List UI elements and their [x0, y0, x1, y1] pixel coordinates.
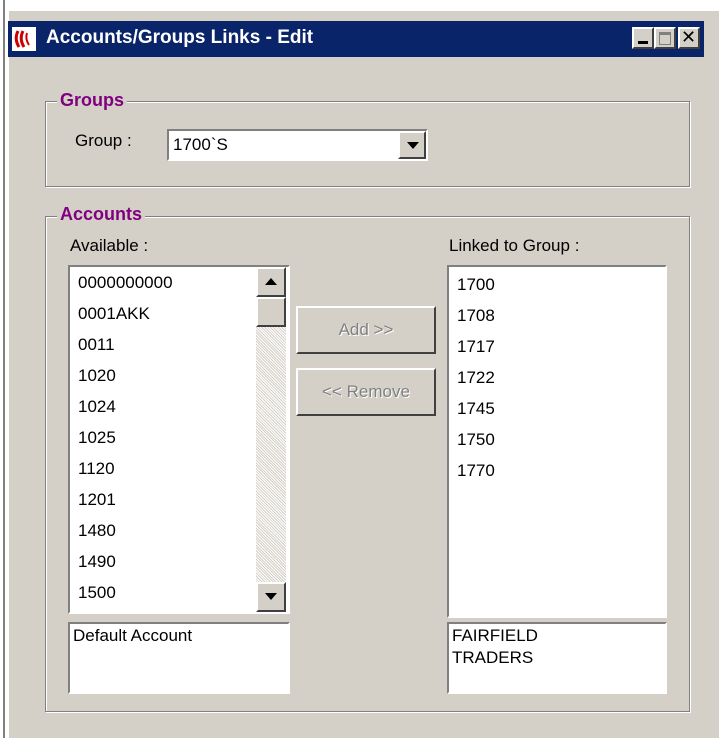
- arrow-up-icon: [265, 278, 277, 285]
- list-item[interactable]: 0001AKK: [78, 304, 150, 324]
- group-combobox[interactable]: 1700`S: [167, 129, 428, 161]
- close-icon: ✕: [681, 27, 697, 48]
- close-button[interactable]: ✕: [678, 27, 700, 49]
- remove-button[interactable]: << Remove: [296, 368, 436, 416]
- available-label: Available :: [70, 236, 149, 255]
- list-item[interactable]: 1717: [457, 337, 495, 357]
- list-item[interactable]: 1120: [78, 459, 115, 479]
- list-item[interactable]: 1750: [457, 430, 495, 450]
- chevron-down-icon: [407, 142, 419, 149]
- scroll-down-button[interactable]: [256, 582, 286, 612]
- list-item[interactable]: 1490: [78, 552, 116, 572]
- linked-detail-line1: FAIRFIELD: [452, 626, 538, 645]
- available-detail-text: Default Account: [73, 626, 193, 645]
- list-item[interactable]: 1722: [457, 368, 495, 388]
- list-item[interactable]: 1745: [457, 399, 495, 419]
- available-accounts-list[interactable]: 0000000000 0001AKK 0011 1020 1024 1025 1…: [68, 265, 290, 614]
- minimize-button[interactable]: [632, 27, 654, 49]
- list-item[interactable]: 1025: [78, 428, 116, 448]
- list-item[interactable]: 1480: [78, 521, 116, 541]
- list-item[interactable]: 0011: [78, 335, 115, 355]
- groups-legend: Groups: [57, 90, 128, 111]
- list-item[interactable]: 1024: [78, 397, 116, 417]
- linked-accounts-list[interactable]: 1700 1708 1717 1722 1745 1750 1770: [447, 265, 667, 618]
- minimize-icon: [638, 41, 648, 44]
- arrow-down-icon: [265, 593, 277, 600]
- list-item[interactable]: 1770: [457, 461, 495, 481]
- list-item[interactable]: 1708: [457, 306, 495, 326]
- list-item[interactable]: 1500: [78, 583, 116, 603]
- add-button-label: Add >>: [338, 320, 394, 339]
- group-dropdown-button[interactable]: [398, 131, 426, 159]
- scroll-up-button[interactable]: [256, 267, 286, 297]
- linked-detail-box: FAIRFIELD TRADERS: [447, 622, 667, 694]
- window-left-edge: [3, 0, 5, 738]
- scroll-thumb[interactable]: [256, 297, 286, 327]
- list-item[interactable]: 1201: [78, 490, 116, 510]
- maximize-button[interactable]: [654, 27, 676, 49]
- window-title: Accounts/Groups Links - Edit: [46, 27, 314, 48]
- remove-button-label: << Remove: [322, 382, 410, 401]
- list-item[interactable]: 0000000000: [78, 273, 173, 293]
- list-item[interactable]: 1700: [457, 275, 495, 295]
- list-item[interactable]: 1020: [78, 366, 116, 386]
- linked-label: Linked to Group :: [449, 236, 580, 255]
- accounts-legend: Accounts: [57, 204, 146, 225]
- maximize-icon: [659, 32, 671, 45]
- add-button[interactable]: Add >>: [296, 306, 436, 354]
- group-combobox-value: 1700`S: [173, 135, 228, 154]
- available-detail-box: Default Account: [68, 622, 290, 694]
- group-label: Group :: [75, 131, 132, 150]
- title-bar[interactable]: Accounts/Groups Links - Edit ✕: [8, 21, 704, 57]
- app-logo-icon: [12, 27, 36, 51]
- linked-detail-line2: TRADERS: [452, 648, 534, 667]
